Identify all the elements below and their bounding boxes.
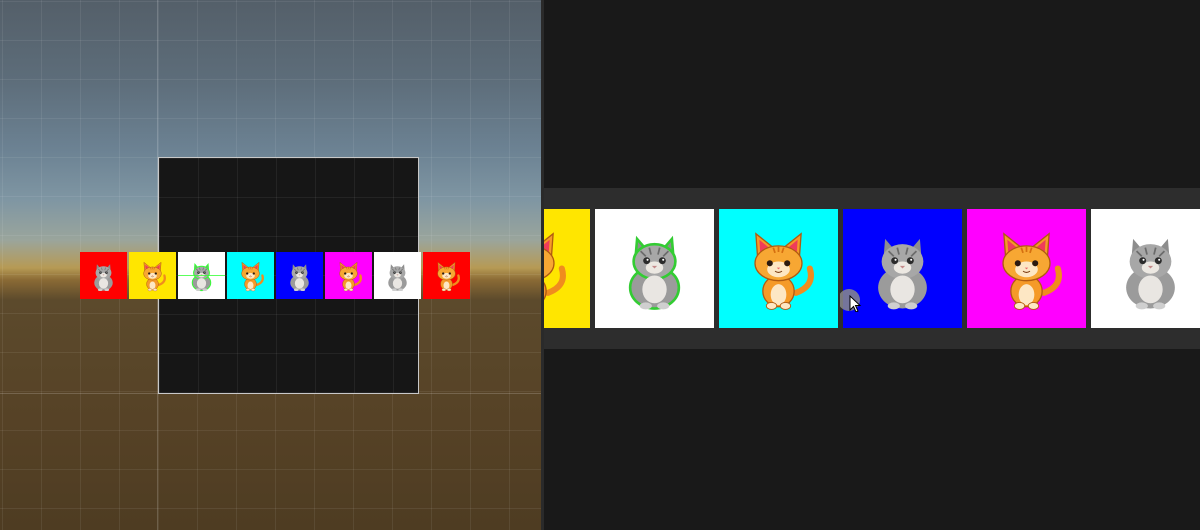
gray-cat-icon (1091, 209, 1200, 328)
carousel-track[interactable] (544, 209, 1200, 328)
scene-thumbnail[interactable] (227, 252, 274, 299)
gray-cat-icon (80, 252, 127, 299)
selection-crosshair (178, 275, 225, 276)
scene-thumbnail[interactable] (325, 252, 372, 299)
orange-cat-icon (423, 252, 470, 299)
scene-thumbnail[interactable] (423, 252, 470, 299)
orange-cat-icon (719, 209, 838, 328)
orange-cat-icon (227, 252, 274, 299)
scene-thumbnail[interactable] (276, 252, 323, 299)
gray-cat-icon (374, 252, 421, 299)
scene-thumbnail[interactable] (129, 252, 176, 299)
gray-cat-icon (276, 252, 323, 299)
scene-carousel-strip[interactable] (80, 252, 470, 299)
carousel-item[interactable] (719, 209, 838, 328)
carousel-item[interactable] (967, 209, 1086, 328)
orange-cat-icon (544, 209, 590, 328)
orange-cat-icon (129, 252, 176, 299)
scene-thumbnail[interactable] (374, 252, 421, 299)
scene-thumbnail[interactable] (178, 252, 225, 299)
carousel-item[interactable] (595, 209, 714, 328)
game-view[interactable] (544, 0, 1200, 530)
gray-cat-icon (595, 209, 714, 328)
carousel-item[interactable] (1091, 209, 1200, 328)
scene-thumbnail[interactable] (80, 252, 127, 299)
carousel-item[interactable] (544, 209, 590, 328)
mouse-cursor-icon (838, 288, 864, 313)
orange-cat-icon (967, 209, 1086, 328)
scene-view[interactable] (0, 0, 541, 530)
orange-cat-icon (325, 252, 372, 299)
